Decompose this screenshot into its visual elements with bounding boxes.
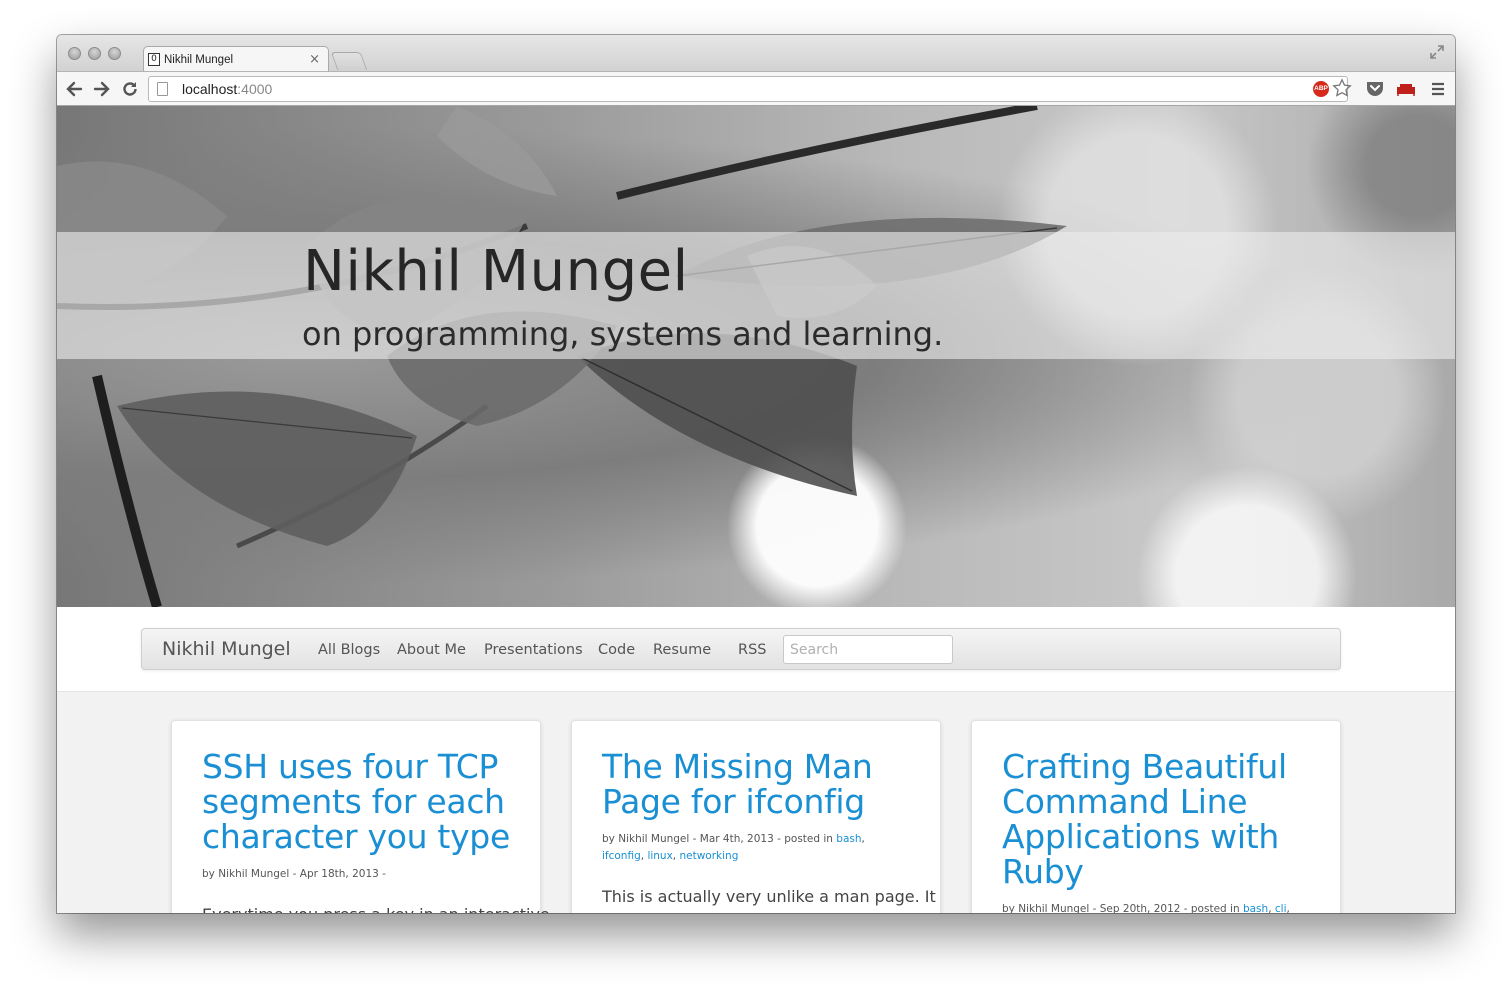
back-arrow-icon[interactable] [65,80,83,98]
search-input[interactable] [783,635,953,664]
menu-icon[interactable] [1431,82,1445,96]
post-title[interactable]: Crafting Beautiful Command Line Applicat… [1002,749,1310,889]
post-card: SSH uses four TCP segments for each char… [171,720,550,913]
post-meta: by Nikhil Mungel - Sep 20th, 2012 - post… [1002,903,1290,913]
post-excerpt: Everytime you press a key in an interact… [202,905,550,913]
browser-window: 0 Nikhil Mungel × localhost:4000 ABP Ni… [57,35,1455,913]
navbar-brand[interactable]: Nikhil Mungel [162,638,291,660]
nav-link-rss[interactable]: RSS [738,642,766,658]
post-meta-text: by Nikhil Mungel - Apr 18th, 2013 - [202,868,386,880]
favicon-icon: 0 [148,53,160,66]
close-window-button[interactable] [68,47,81,60]
nav-band: Nikhil Mungel All Blogs About Me Present… [57,607,1455,692]
tab-title: Nikhil Mungel [164,53,234,66]
post-meta: by Nikhil Mungel - Mar 4th, 2013 - poste… [602,833,865,862]
post-title[interactable]: The Missing Man Page for ifconfig [602,749,910,819]
post-card: Crafting Beautiful Command Line Applicat… [971,720,1341,913]
browser-toolbar: localhost:4000 ABP [57,71,1455,106]
nav-link-presentations[interactable]: Presentations [484,642,583,658]
couch-icon[interactable] [1396,81,1416,97]
site-title: Nikhil Mungel [303,239,689,304]
minimize-window-button[interactable] [88,47,101,60]
url-host: localhost [182,81,238,97]
post-tag-link[interactable]: bash [1243,903,1268,913]
url-port: :4000 [237,81,273,97]
nav-link-about-me[interactable]: About Me [397,642,466,658]
post-tag-link[interactable]: cli [1275,903,1287,913]
reload-icon[interactable] [121,80,139,98]
tab-close-icon[interactable]: × [309,53,320,66]
post-tag-link[interactable]: ifconfig [602,850,641,862]
new-tab-button[interactable] [330,52,368,70]
post-tag-link[interactable]: bash [836,833,861,845]
post-meta-text: by Nikhil Mungel - Mar 4th, 2013 - poste… [602,833,833,845]
site-tagline: on programming, systems and learning. [302,315,944,353]
post-card: The Missing Man Page for ifconfig by Nik… [571,720,941,913]
page-icon [157,82,168,96]
pocket-icon[interactable] [1366,80,1384,97]
hero-banner: Nikhil Mungel on programming, systems an… [57,106,1455,607]
post-title[interactable]: SSH uses four TCP segments for each char… [202,749,510,854]
site-navbar: Nikhil Mungel All Blogs About Me Present… [141,628,1341,670]
adblock-icon[interactable]: ABP [1313,81,1329,97]
nav-link-code[interactable]: Code [598,642,635,658]
fullscreen-icon[interactable] [1429,44,1445,60]
address-bar[interactable]: localhost:4000 [148,76,1348,102]
nav-link-all-blogs[interactable]: All Blogs [318,642,380,658]
post-meta-text: by Nikhil Mungel - Sep 20th, 2012 - post… [1002,903,1240,913]
post-excerpt: This is actually very unlike a man page.… [602,887,936,906]
page-viewport: Nikhil Mungel on programming, systems an… [57,106,1455,913]
forward-arrow-icon[interactable] [93,80,111,98]
post-tag-link[interactable]: linux [647,850,672,862]
post-meta: by Nikhil Mungel - Apr 18th, 2013 - [202,866,510,883]
star-icon[interactable] [1332,78,1352,98]
post-tag-link[interactable]: networking [679,850,738,862]
zoom-window-button[interactable] [108,47,121,60]
nav-link-resume[interactable]: Resume [653,642,711,658]
tab-strip: 0 Nikhil Mungel × [57,35,1455,72]
browser-tab[interactable]: 0 Nikhil Mungel × [143,46,329,72]
